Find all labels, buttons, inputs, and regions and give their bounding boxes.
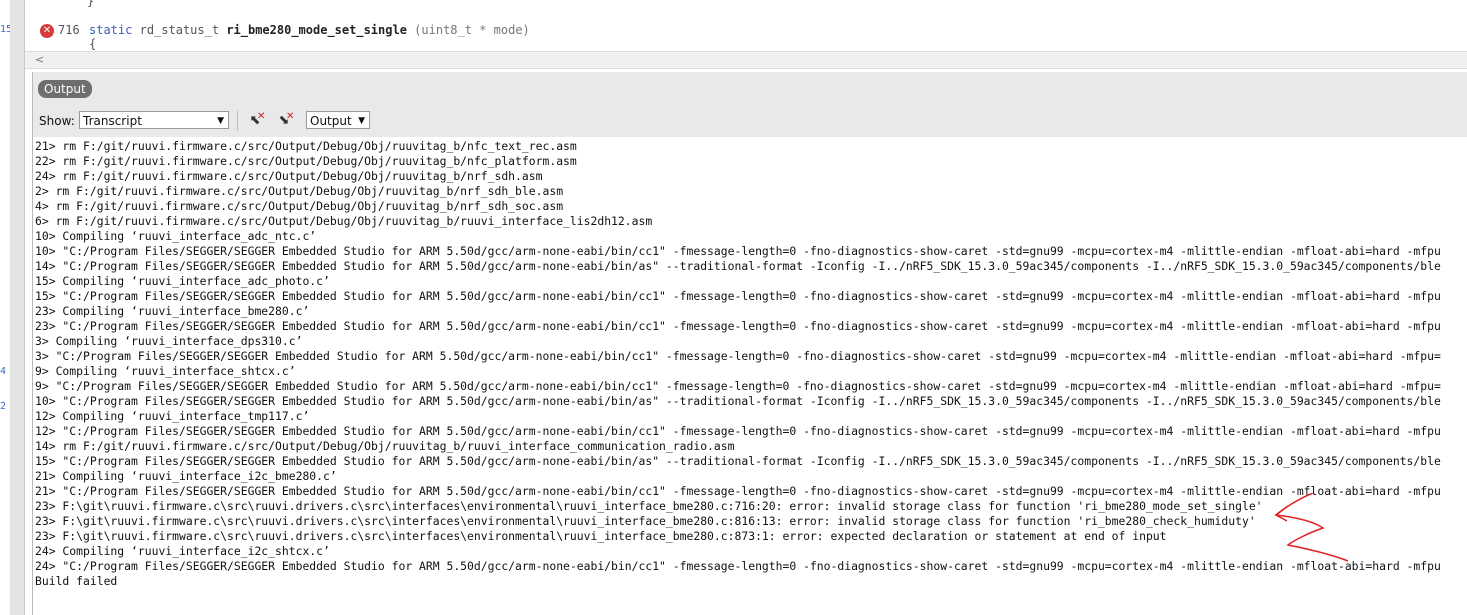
log-line: 12> "C:/Program Files/SEGGER/SEGGER Embe… xyxy=(35,424,1441,438)
log-line: 15> "C:/Program Files/SEGGER/SEGGER Embe… xyxy=(35,289,1441,303)
log-line: 10> "C:/Program Files/SEGGER/SEGGER Embe… xyxy=(35,394,1441,408)
code-line-above: } xyxy=(87,0,95,8)
editor-line-number: 716 xyxy=(58,23,80,37)
log-line: 23> F:\git\ruuvi.firmware.c\src\ruuvi.dr… xyxy=(35,499,1263,513)
error-marker-icon: ✕ xyxy=(257,111,266,122)
chevron-down-icon: ▼ xyxy=(358,116,365,126)
log-line: 12> Compiling ‘ruuvi_interface_tmp117.c’ xyxy=(35,409,310,423)
log-line: 21> rm F:/git/ruuvi.firmware.c/src/Outpu… xyxy=(35,139,577,153)
log-line: 10> Compiling ‘ruuvi_interface_adc_ntc.c… xyxy=(35,229,317,243)
log-line: 9> Compiling ‘ruuvi_interface_shtcx.c’ xyxy=(35,364,296,378)
log-line: 14> rm F:/git/ruuvi.firmware.c/src/Outpu… xyxy=(35,439,735,453)
log-line: 23> Compiling ‘ruuvi_interface_bme280.c’ xyxy=(35,304,310,318)
error-x-icon[interactable]: ✕ xyxy=(40,24,54,38)
log-line: 23> F:\git\ruuvi.firmware.c\src\ruuvi.dr… xyxy=(35,529,1167,543)
code-type: rd_status_t xyxy=(139,23,220,37)
output-target-value: Output xyxy=(310,114,352,128)
log-line: 21> Compiling ‘ruuvi_interface_i2c_bme28… xyxy=(35,469,337,483)
previous-error-button[interactable]: ⬉ ✕ xyxy=(245,111,266,131)
log-line: 3> "C:/Program Files/SEGGER/SEGGER Embed… xyxy=(35,349,1441,363)
log-line: 4> rm F:/git/ruuvi.firmware.c/src/Output… xyxy=(35,199,564,213)
next-error-button[interactable]: ⬊ ✕ xyxy=(274,111,295,131)
code-line-function-declaration[interactable]: static rd_status_t ri_bme280_mode_set_si… xyxy=(89,23,530,37)
left-gutter: 15 4 2 xyxy=(0,0,12,615)
output-panel-title[interactable]: Output xyxy=(38,80,92,98)
code-function-name: ri_bme280_mode_set_single xyxy=(226,23,407,37)
log-line: 3> Compiling ‘ruuvi_interface_dps310.c’ xyxy=(35,334,303,348)
log-line: 10> "C:/Program Files/SEGGER/SEGGER Embe… xyxy=(35,244,1441,258)
error-marker-icon: ✕ xyxy=(286,111,295,122)
gutter-line-number: 4 xyxy=(0,366,7,377)
log-line: 15> Compiling ‘ruuvi_interface_adc_photo… xyxy=(35,274,330,288)
gutter-line-number: 2 xyxy=(0,401,7,412)
toolbar-separator xyxy=(237,111,238,131)
output-target-select[interactable]: Output ▼ xyxy=(306,111,370,129)
log-line: 6> rm F:/git/ruuvi.firmware.c/src/Output… xyxy=(35,214,653,228)
show-label: Show: xyxy=(39,114,75,128)
scroll-left-arrow-icon[interactable]: < xyxy=(35,52,44,68)
code-open-brace: { xyxy=(89,37,97,51)
code-editor[interactable]: } ✕ 716 static rd_status_t ri_bme280_mod… xyxy=(25,0,1467,70)
red-annotation-arrow xyxy=(1274,493,1349,562)
log-line: 24> rm F:/git/ruuvi.firmware.c/src/Outpu… xyxy=(35,169,543,183)
log-line: 2> rm F:/git/ruuvi.firmware.c/src/Output… xyxy=(35,184,564,198)
show-select[interactable]: Transcript ▼ xyxy=(79,111,229,129)
log-line: 14> "C:/Program Files/SEGGER/SEGGER Embe… xyxy=(35,259,1441,273)
log-line: 23> "C:/Program Files/SEGGER/SEGGER Embe… xyxy=(35,319,1441,333)
log-line: 23> F:\git\ruuvi.firmware.c\src\ruuvi.dr… xyxy=(35,514,1256,528)
editor-horizontal-scrollbar[interactable]: < xyxy=(25,51,1467,69)
log-line: 22> rm F:/git/ruuvi.firmware.c/src/Outpu… xyxy=(35,154,577,168)
log-line: 9> "C:/Program Files/SEGGER/SEGGER Embed… xyxy=(35,379,1441,393)
chevron-down-icon: ▼ xyxy=(217,116,224,126)
log-line: 21> "C:/Program Files/SEGGER/SEGGER Embe… xyxy=(35,484,1441,498)
log-line: 15> "C:/Program Files/SEGGER/SEGGER Embe… xyxy=(35,454,1441,468)
code-keyword: static xyxy=(89,23,133,37)
log-line: Build failed xyxy=(35,574,118,588)
show-select-value: Transcript xyxy=(83,114,142,128)
transcript-log[interactable]: 21> rm F:/git/ruuvi.firmware.c/src/Outpu… xyxy=(33,137,1467,615)
code-params: (uint8_t * mode) xyxy=(414,23,530,37)
log-line: 24> Compiling ‘ruuvi_interface_i2c_shtcx… xyxy=(35,544,330,558)
panel-splitter[interactable] xyxy=(10,0,25,615)
output-panel: Output Show: Transcript ▼ ⬉ ✕ ⬊ ✕ Output ▼… xyxy=(32,72,1467,615)
log-line: 24> "C:/Program Files/SEGGER/SEGGER Embe… xyxy=(35,559,1441,573)
